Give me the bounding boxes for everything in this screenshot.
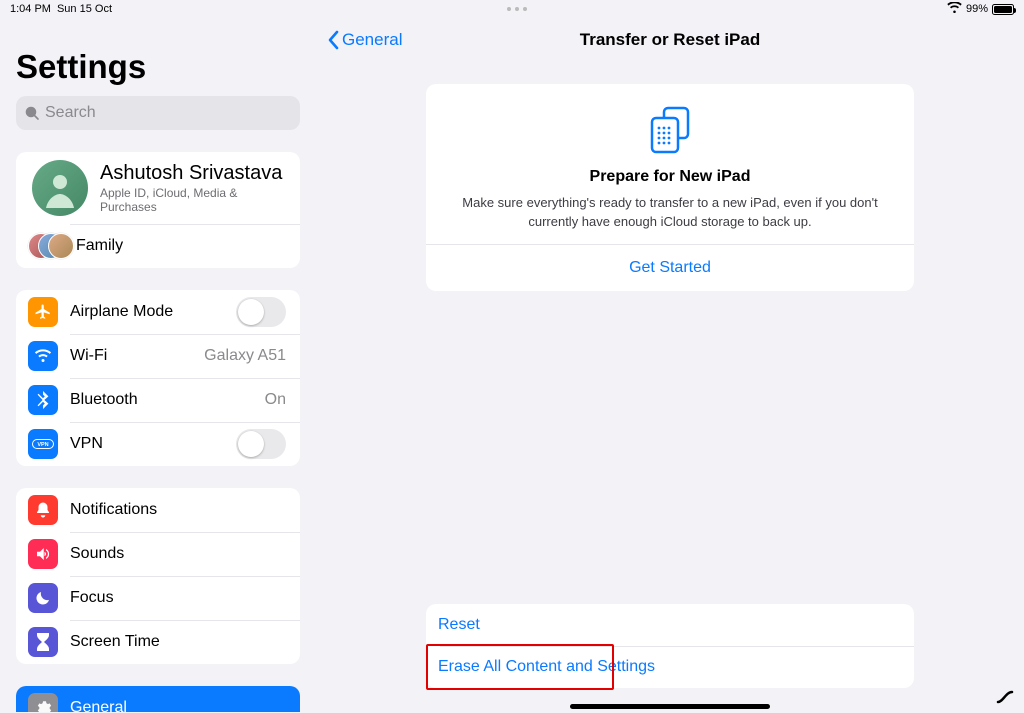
erase-row[interactable]: Erase All Content and Settings [426, 646, 914, 688]
general-row[interactable]: General [16, 686, 300, 712]
wifi-value: Galaxy A51 [204, 347, 286, 365]
row-label: Focus [70, 589, 114, 607]
profile-name: Ashutosh Srivastava [100, 162, 286, 185]
reset-label: Reset [438, 616, 480, 634]
profile-card: Ashutosh Srivastava Apple ID, iCloud, Me… [16, 152, 300, 268]
detail-pane: General Transfer or Reset iPad Prepare f… [316, 18, 1024, 712]
family-avatars [28, 231, 66, 261]
settings-sidebar: Settings Search Ashutosh Srivastava Appl… [0, 18, 316, 712]
multitask-dots[interactable] [507, 7, 527, 11]
get-started-button[interactable]: Get Started [444, 245, 896, 291]
airplane-icon [28, 297, 58, 327]
row-label: General [70, 699, 127, 712]
detail-title: Transfer or Reset iPad [580, 30, 760, 50]
battery-pct: 99% [966, 3, 988, 15]
wifi-status-icon [947, 2, 962, 16]
bluetooth-icon [28, 385, 58, 415]
erase-label: Erase All Content and Settings [438, 658, 655, 676]
prepare-heading: Prepare for New iPad [444, 168, 896, 186]
prepare-body: Make sure everything's ready to transfer… [450, 194, 890, 232]
profile-subtitle: Apple ID, iCloud, Media & Purchases [100, 186, 286, 214]
row-label: Sounds [70, 545, 124, 563]
page-title: Settings [16, 48, 300, 86]
system-group: General Control Centre [16, 686, 300, 712]
avatar [32, 160, 88, 216]
family-row[interactable]: Family [16, 224, 300, 268]
row-label: Airplane Mode [70, 303, 173, 321]
status-date: Sun 15 Oct [57, 3, 112, 15]
focus-row[interactable]: Focus [16, 576, 300, 620]
scribble-handle[interactable] [994, 684, 1018, 708]
apple-id-row[interactable]: Ashutosh Srivastava Apple ID, iCloud, Me… [16, 152, 300, 224]
back-label: General [342, 30, 402, 50]
status-bar: 1:04 PM Sun 15 Oct 99% [0, 0, 1024, 18]
row-label: Wi-Fi [70, 347, 107, 365]
prepare-hero-icon [640, 100, 700, 160]
vpn-icon: VPN [28, 429, 58, 459]
bluetooth-value: On [265, 391, 286, 409]
hourglass-icon [28, 627, 58, 657]
wifi-icon [28, 341, 58, 371]
screen-time-row[interactable]: Screen Time [16, 620, 300, 664]
bluetooth-row[interactable]: Bluetooth On [16, 378, 300, 422]
airplane-mode-row[interactable]: Airplane Mode [16, 290, 300, 334]
row-label: VPN [70, 435, 103, 453]
gear-icon [28, 693, 58, 712]
row-label: Screen Time [70, 633, 160, 651]
battery-icon [992, 4, 1014, 15]
sounds-row[interactable]: Sounds [16, 532, 300, 576]
home-indicator[interactable] [570, 704, 770, 709]
vpn-row[interactable]: VPN VPN [16, 422, 300, 466]
bell-icon [28, 495, 58, 525]
back-button[interactable]: General [326, 18, 402, 62]
search-placeholder: Search [45, 104, 96, 122]
attention-group: Notifications Sounds Focus Screen Time [16, 488, 300, 664]
airplane-toggle[interactable] [236, 297, 286, 327]
prepare-panel: Prepare for New iPad Make sure everythin… [426, 84, 914, 291]
moon-icon [28, 583, 58, 613]
search-icon [24, 105, 40, 121]
chevron-left-icon [326, 30, 340, 50]
connectivity-group: Airplane Mode Wi-Fi Galaxy A51 Bluetooth… [16, 290, 300, 466]
notifications-row[interactable]: Notifications [16, 488, 300, 532]
wifi-row[interactable]: Wi-Fi Galaxy A51 [16, 334, 300, 378]
speaker-icon [28, 539, 58, 569]
row-label: Bluetooth [70, 391, 138, 409]
svg-text:VPN: VPN [37, 442, 48, 448]
vpn-toggle[interactable] [236, 429, 286, 459]
row-label: Notifications [70, 501, 157, 519]
detail-header: General Transfer or Reset iPad [316, 18, 1024, 62]
search-input[interactable]: Search [16, 96, 300, 130]
reset-card: Reset Erase All Content and Settings [426, 604, 914, 688]
reset-row[interactable]: Reset [426, 604, 914, 646]
family-label: Family [76, 237, 123, 255]
status-time: 1:04 PM [10, 3, 51, 15]
